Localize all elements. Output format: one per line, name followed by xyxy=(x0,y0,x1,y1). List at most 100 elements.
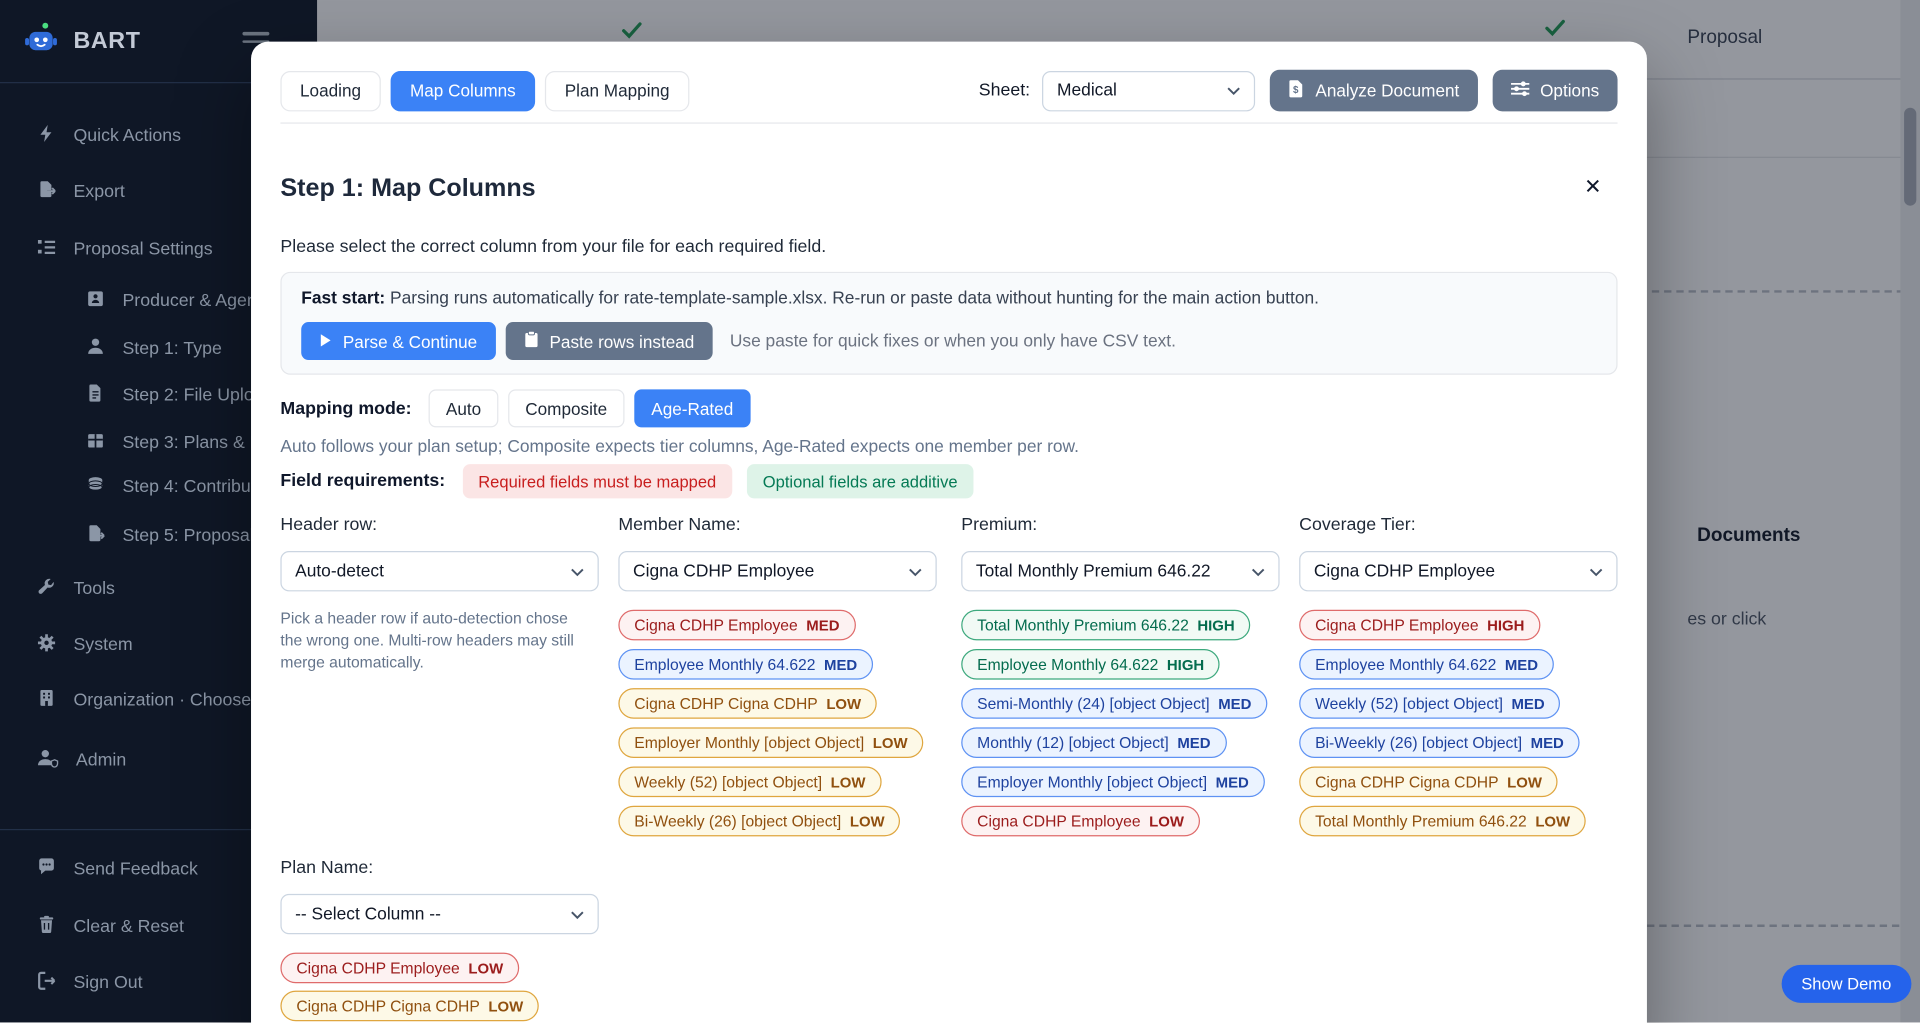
paste-hint-text: Use paste for quick fixes or when you on… xyxy=(730,331,1176,351)
chip-confidence: MED xyxy=(1531,734,1564,751)
chip-label: Cigna CDHP Cigna CDHP xyxy=(634,694,817,712)
mapping-mode-row: Mapping mode: Auto Composite Age-Rated xyxy=(280,389,760,427)
chevron-down-icon xyxy=(1589,561,1602,581)
plan-name-select[interactable]: -- Select Column -- xyxy=(280,894,598,934)
required-fields-badge: Required fields must be mapped xyxy=(462,464,732,498)
match-chip[interactable]: Employee Monthly 64.622 MED xyxy=(1299,649,1554,680)
field-requirements-row: Field requirements: Required fields must… xyxy=(280,464,988,498)
match-chip[interactable]: Cigna CDHP Cigna CDHP LOW xyxy=(1299,767,1558,798)
match-chip[interactable]: Monthly (12) [object Object] MED xyxy=(961,727,1226,758)
options-button[interactable]: Options xyxy=(1492,70,1617,112)
member-name-select[interactable]: Cigna CDHP Employee xyxy=(618,551,936,591)
chip-confidence: MED xyxy=(824,656,857,673)
user-shield-icon xyxy=(37,748,59,772)
close-icon[interactable]: ✕ xyxy=(1584,175,1601,199)
ordered-list-icon xyxy=(37,238,57,262)
chip-label: Bi-Weekly (26) [object Object] xyxy=(634,812,841,830)
mode-composite-button[interactable]: Composite xyxy=(508,389,624,427)
match-chip[interactable]: Bi-Weekly (26) [object Object] MED xyxy=(1299,727,1580,758)
tab-map-columns[interactable]: Map Columns xyxy=(390,70,535,110)
tab-plan-mapping[interactable]: Plan Mapping xyxy=(545,70,689,110)
chevron-down-icon xyxy=(1227,81,1240,101)
premium-label: Premium: xyxy=(961,516,1279,536)
chip-label: Employee Monthly 64.622 xyxy=(634,655,815,673)
mapping-mode-description: Auto follows your plan setup; Composite … xyxy=(280,437,1079,457)
tab-loading[interactable]: Loading xyxy=(280,70,380,110)
sheet-select[interactable]: Medical xyxy=(1042,70,1255,110)
chip-confidence: MED xyxy=(806,617,839,634)
plan-name-column: Plan Name: -- Select Column -- Cigna CDH… xyxy=(280,858,598,1021)
modal-divider xyxy=(280,122,1617,123)
parse-continue-button[interactable]: Parse & Continue xyxy=(301,322,495,360)
match-chip[interactable]: Weekly (52) [object Object] MED xyxy=(1299,688,1560,719)
chip-label: Employee Monthly 64.622 xyxy=(977,655,1158,673)
modal-intro-text: Please select the correct column from yo… xyxy=(280,238,826,258)
field-requirements-label: Field requirements: xyxy=(280,471,445,491)
chat-icon xyxy=(37,857,57,881)
chip-confidence: MED xyxy=(1216,773,1249,790)
chip-confidence: LOW xyxy=(850,812,885,829)
match-chip[interactable]: Cigna CDHP Employee HIGH xyxy=(1299,610,1540,641)
match-chip[interactable]: Cigna CDHP Cigna CDHP LOW xyxy=(618,688,877,719)
coverage-tier-label: Coverage Tier: xyxy=(1299,516,1617,536)
coverage-tier-column: Coverage Tier: Cigna CDHP Employee Cigna… xyxy=(1299,516,1617,837)
match-chip[interactable]: Weekly (52) [object Object] LOW xyxy=(618,767,881,798)
chip-label: Total Monthly Premium 646.22 xyxy=(1315,812,1527,830)
coverage-tier-chip-list: Cigna CDHP Employee HIGH Employee Monthl… xyxy=(1299,610,1617,837)
chip-label: Cigna CDHP Employee xyxy=(977,812,1140,830)
header-row-label: Header row: xyxy=(280,516,598,536)
chevron-down-icon xyxy=(571,904,584,924)
analyze-document-button[interactable]: $ Analyze Document xyxy=(1270,70,1478,112)
chip-confidence: LOW xyxy=(468,959,503,976)
header-row-select[interactable]: Auto-detect xyxy=(280,551,598,591)
file-icon xyxy=(86,383,106,407)
chevron-down-icon xyxy=(1251,561,1264,581)
sheet-label: Sheet: xyxy=(979,81,1030,101)
chip-confidence: LOW xyxy=(1535,812,1570,829)
document-analyze-icon: $ xyxy=(1288,80,1304,102)
chip-confidence: MED xyxy=(1505,656,1538,673)
match-chip[interactable]: Cigna CDHP Employee LOW xyxy=(280,953,519,984)
premium-column: Premium: Total Monthly Premium 646.22 To… xyxy=(961,516,1279,837)
optional-fields-badge: Optional fields are additive xyxy=(747,464,974,498)
chip-label: Weekly (52) [object Object] xyxy=(634,773,822,791)
chip-confidence: HIGH xyxy=(1167,656,1204,673)
chip-label: Cigna CDHP Cigna CDHP xyxy=(296,997,479,1015)
modal-tab-bar: Loading Map Columns Plan Mapping Sheet: … xyxy=(280,70,1617,112)
chevron-down-icon xyxy=(909,561,922,581)
chip-label: Weekly (52) [object Object] xyxy=(1315,694,1503,712)
match-chip[interactable]: Employee Monthly 64.622 HIGH xyxy=(961,649,1220,680)
show-demo-button[interactable]: Show Demo xyxy=(1782,965,1911,1003)
chevron-down-icon xyxy=(571,561,584,581)
chip-confidence: HIGH xyxy=(1487,617,1524,634)
svg-text:$: $ xyxy=(1293,85,1299,96)
trash-icon xyxy=(37,915,57,939)
match-chip[interactable]: Cigna CDHP Employee MED xyxy=(618,610,855,641)
match-chip[interactable]: Cigna CDHP Employee LOW xyxy=(961,806,1200,837)
match-chip[interactable]: Employee Monthly 64.622 MED xyxy=(618,649,873,680)
sheet-select-value: Medical xyxy=(1057,81,1117,101)
match-chip[interactable]: Total Monthly Premium 646.22 HIGH xyxy=(961,610,1250,641)
file-export-icon xyxy=(86,524,106,548)
chip-label: Employee Monthly 64.622 xyxy=(1315,655,1496,673)
match-chip[interactable]: Total Monthly Premium 646.22 LOW xyxy=(1299,806,1586,837)
match-chip[interactable]: Semi-Monthly (24) [object Object] MED xyxy=(961,688,1267,719)
coverage-tier-select[interactable]: Cigna CDHP Employee xyxy=(1299,551,1617,591)
mode-age-rated-button[interactable]: Age-Rated xyxy=(634,389,750,427)
chip-confidence: MED xyxy=(1511,695,1544,712)
app-root: BART Quick Actions Export Proposal Setti… xyxy=(0,0,1920,1022)
sign-out-icon xyxy=(37,971,57,995)
app-title: BART xyxy=(73,28,140,55)
match-chip[interactable]: Cigna CDHP Cigna CDHP LOW xyxy=(280,991,539,1022)
match-chip[interactable]: Bi-Weekly (26) [object Object] LOW xyxy=(618,806,900,837)
match-chip[interactable]: Employer Monthly [object Object] LOW xyxy=(618,727,923,758)
chip-label: Total Monthly Premium 646.22 xyxy=(977,616,1189,634)
mode-auto-button[interactable]: Auto xyxy=(429,389,499,427)
lightning-icon xyxy=(37,124,57,148)
mapping-mode-label: Mapping mode: xyxy=(280,399,411,419)
paste-rows-button[interactable]: Paste rows instead xyxy=(505,322,712,360)
match-chip[interactable]: Employer Monthly [object Object] MED xyxy=(961,767,1265,798)
fast-start-text: Fast start: Parsing runs automatically f… xyxy=(301,289,1319,309)
building-icon xyxy=(37,688,57,712)
premium-select[interactable]: Total Monthly Premium 646.22 xyxy=(961,551,1279,591)
